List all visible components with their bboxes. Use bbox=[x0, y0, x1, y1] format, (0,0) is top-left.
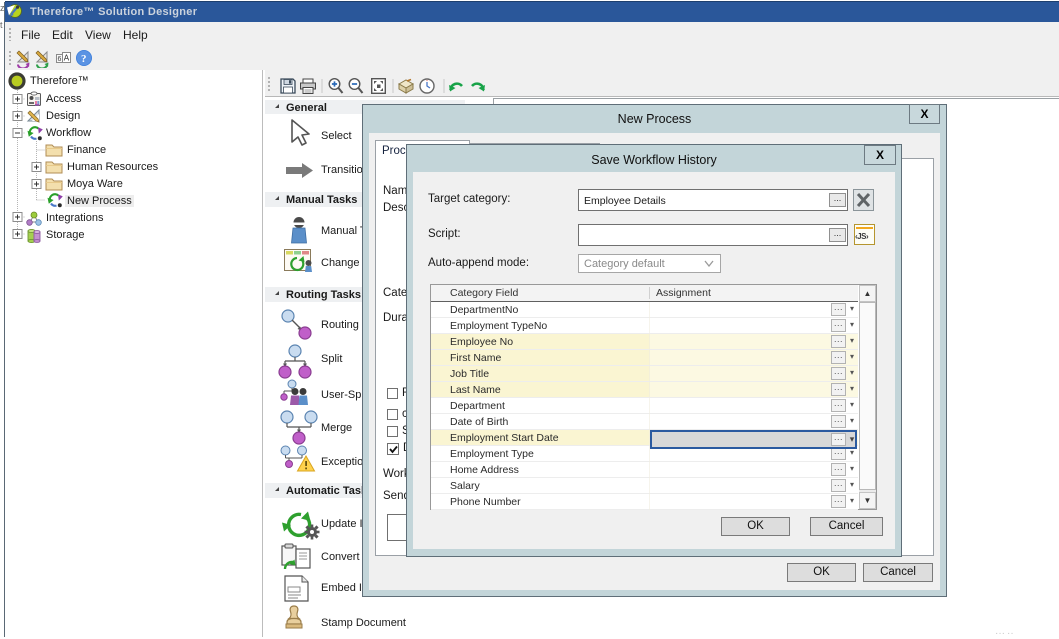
svg-text:6: 6 bbox=[58, 56, 62, 63]
svg-text:?: ? bbox=[81, 53, 87, 65]
svg-text:A: A bbox=[64, 54, 70, 63]
